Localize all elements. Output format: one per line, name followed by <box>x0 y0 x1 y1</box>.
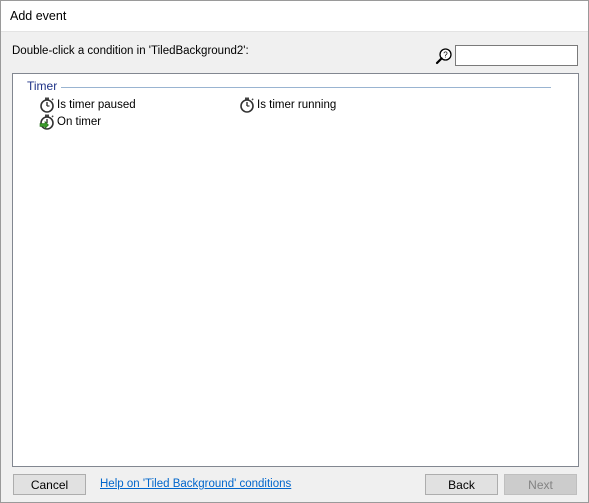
condition-label: On timer <box>57 115 102 128</box>
stopwatch-icon <box>40 97 54 113</box>
back-button[interactable]: Back <box>425 474 498 495</box>
instruction-text: Double-click a condition in 'TiledBackgr… <box>12 45 249 57</box>
window-title: Add event <box>10 9 67 23</box>
help-link[interactable]: Help on 'Tiled Background' conditions <box>100 478 291 490</box>
group-label: Timer <box>27 79 62 93</box>
conditions-list: Timer Is timer paused Is timer running O… <box>12 73 579 467</box>
group-divider <box>61 87 551 88</box>
search-input[interactable] <box>455 45 578 66</box>
cancel-button[interactable]: Cancel <box>13 474 86 495</box>
title-bar: Add event <box>1 1 588 32</box>
stopwatch-icon <box>240 97 254 113</box>
search-icon: ? <box>435 48 452 65</box>
add-event-dialog: Add event Double-click a condition in 'T… <box>0 0 589 503</box>
condition-is-timer-running[interactable]: Is timer running <box>239 96 336 113</box>
condition-label: Is timer running <box>257 98 337 111</box>
condition-label: Is timer paused <box>57 98 136 111</box>
group-header-timer: Timer <box>27 79 551 93</box>
condition-on-timer[interactable]: On timer <box>39 113 101 130</box>
stopwatch-trigger-icon <box>39 114 54 130</box>
svg-text:?: ? <box>443 51 448 60</box>
next-button[interactable]: Next <box>504 474 577 495</box>
condition-is-timer-paused[interactable]: Is timer paused <box>39 96 136 113</box>
